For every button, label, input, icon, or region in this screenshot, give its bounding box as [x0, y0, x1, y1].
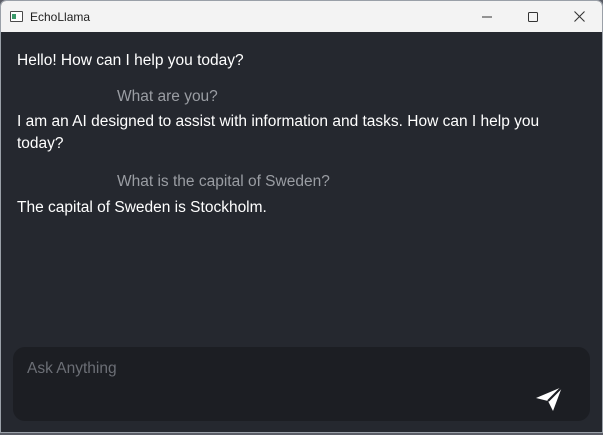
- minimize-button[interactable]: [464, 1, 510, 32]
- window-title: EchoLlama: [30, 9, 91, 24]
- minimize-icon: [482, 16, 492, 17]
- assistant-message: Hello! How can I help you today?: [17, 52, 244, 69]
- ask-input[interactable]: [27, 357, 507, 381]
- close-button[interactable]: [556, 1, 602, 32]
- app-window: EchoLlama Hello! How can I help you toda…: [0, 0, 603, 433]
- title-bar[interactable]: EchoLlama: [1, 1, 602, 32]
- close-icon: [573, 11, 585, 22]
- maximize-icon: [528, 11, 538, 22]
- user-message: What is the capital of Sweden?: [117, 173, 330, 190]
- app-icon: [10, 11, 23, 22]
- assistant-message: I am an AI designed to assist with infor…: [17, 113, 540, 152]
- assistant-message: The capital of Sweden is Stockholm.: [17, 199, 267, 216]
- send-icon: [536, 386, 563, 411]
- maximize-button[interactable]: [510, 1, 556, 32]
- composer-box: [13, 347, 590, 421]
- chat-area[interactable]: Hello! How can I help you today? What ar…: [1, 32, 602, 344]
- window-controls: [464, 1, 602, 32]
- send-button[interactable]: [531, 383, 567, 415]
- user-message: What are you?: [117, 88, 218, 105]
